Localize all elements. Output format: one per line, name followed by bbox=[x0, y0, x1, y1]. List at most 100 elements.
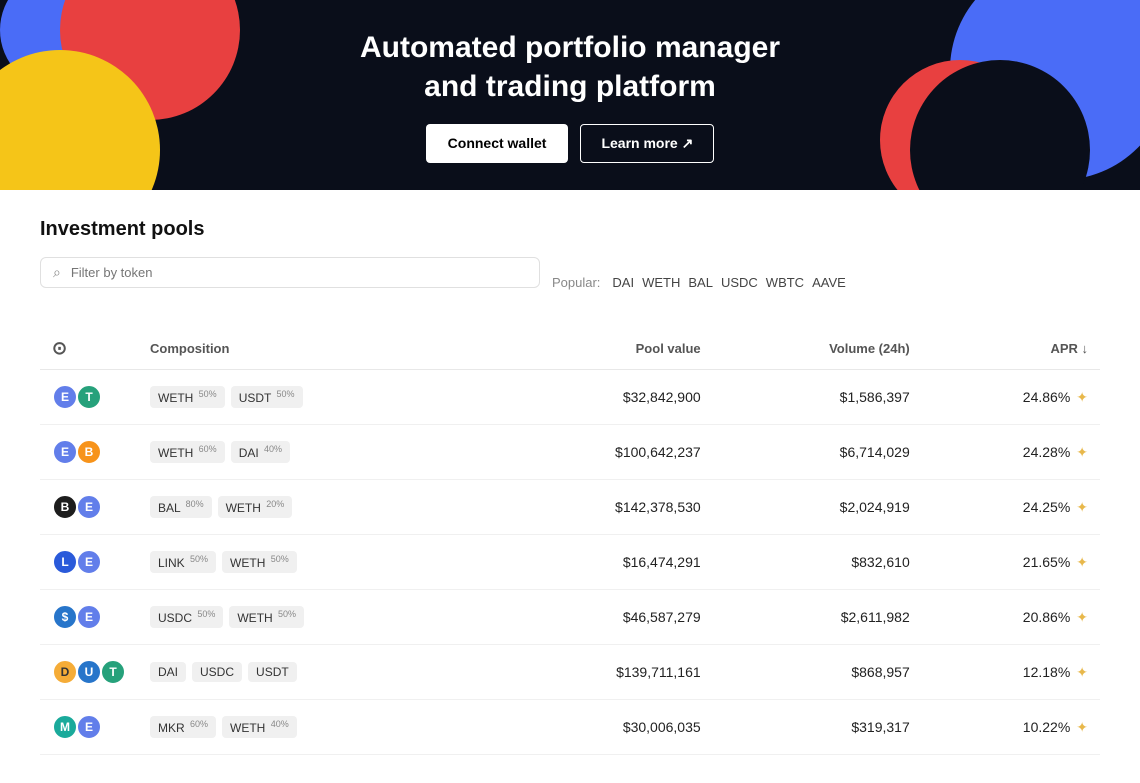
hero-buttons: Connect wallet Learn more ↗ bbox=[426, 124, 715, 163]
composition-cell: DAI USDC USDT bbox=[138, 645, 494, 700]
token-icon-1: E bbox=[52, 384, 78, 410]
table-row[interactable]: $EUSDC 50%WETH 50%$46,587,279$2,611,9822… bbox=[40, 590, 1100, 645]
table-row[interactable]: DUTDAIUSDCUSDT$139,711,161$868,95712.18%… bbox=[40, 645, 1100, 700]
pool-value-cell: $30,006,035 bbox=[494, 700, 713, 755]
token-icon-2: E bbox=[76, 549, 102, 575]
popular-label: Popular: bbox=[552, 275, 600, 290]
section-title: Investment pools bbox=[40, 218, 1100, 241]
pool-value-cell: $46,587,279 bbox=[494, 590, 713, 645]
apr-star-icon: ✦ bbox=[1076, 554, 1088, 571]
token-badge: MKR 60% bbox=[150, 716, 216, 738]
token-badge: BAL 80% bbox=[150, 496, 212, 518]
composition-cell: USDC 50% WETH 50% bbox=[138, 590, 494, 645]
apr-star-icon: ✦ bbox=[1076, 444, 1088, 461]
token-icon-1: B bbox=[52, 494, 78, 520]
apr-cell: 10.22%✦ bbox=[922, 700, 1100, 755]
col-pool-value: Pool value bbox=[494, 328, 713, 370]
token-badge: WETH 40% bbox=[222, 716, 297, 738]
pool-value-cell: $100,642,237 bbox=[494, 425, 713, 480]
pool-value-cell: $142,378,530 bbox=[494, 480, 713, 535]
apr-star-icon: ✦ bbox=[1076, 499, 1088, 516]
filter-bar[interactable]: ⌕ bbox=[40, 257, 540, 288]
col-apr[interactable]: APR ↓ bbox=[922, 328, 1100, 370]
table-row[interactable]: MEMKR 60%WETH 40%$30,006,035$319,31710.2… bbox=[40, 700, 1100, 755]
col-composition: Composition bbox=[138, 328, 494, 370]
table-row[interactable]: ETWETH 50%USDT 50%$32,842,900$1,586,3972… bbox=[40, 370, 1100, 425]
pool-value-cell: $32,842,900 bbox=[494, 370, 713, 425]
apr-value: 20.86% bbox=[1023, 609, 1070, 625]
table-row[interactable]: BEBAL 80%WETH 20%$142,378,530$2,024,9192… bbox=[40, 480, 1100, 535]
volume-cell: $832,610 bbox=[713, 535, 922, 590]
filter-token-wbtc[interactable]: WBTC bbox=[766, 275, 804, 290]
apr-star-icon: ✦ bbox=[1076, 609, 1088, 626]
filter-token-weth[interactable]: WETH bbox=[642, 275, 680, 290]
apr-value: 10.22% bbox=[1023, 719, 1070, 735]
composition-cell: MKR 60% WETH 40% bbox=[138, 700, 494, 755]
token-icon-1: E bbox=[52, 439, 78, 465]
composition-cell: WETH 50%USDT 50% bbox=[138, 370, 494, 425]
token-icons-cell: $E bbox=[40, 590, 138, 645]
volume-cell: $319,317 bbox=[713, 700, 922, 755]
col-icons: ⊙ bbox=[40, 328, 138, 370]
token-badge: DAI 40% bbox=[231, 441, 290, 463]
token-icon-2: B bbox=[76, 439, 102, 465]
token-badge: USDT bbox=[248, 662, 297, 682]
composition-cell: LINK 50% WETH 50% bbox=[138, 535, 494, 590]
token-badge: WETH 20% bbox=[218, 496, 293, 518]
learn-more-button[interactable]: Learn more ↗ bbox=[580, 124, 714, 163]
search-icon: ⌕ bbox=[53, 264, 61, 281]
apr-cell: 21.65%✦ bbox=[922, 535, 1100, 590]
filter-input[interactable] bbox=[71, 265, 527, 280]
apr-value: 24.28% bbox=[1023, 444, 1070, 460]
main-content: Investment pools ⌕ Popular: DAI WETH BAL… bbox=[0, 190, 1140, 783]
token-icon-1: M bbox=[52, 714, 78, 740]
token-badge: WETH 50% bbox=[229, 606, 304, 628]
volume-cell: $2,611,982 bbox=[713, 590, 922, 645]
connect-wallet-button[interactable]: Connect wallet bbox=[426, 124, 569, 163]
apr-value: 12.18% bbox=[1023, 664, 1070, 680]
apr-cell: 20.86% ✦ bbox=[922, 590, 1100, 645]
pool-table: ⊙ Composition Pool value Volume (24h) AP… bbox=[40, 328, 1100, 755]
volume-cell: $868,957 bbox=[713, 645, 922, 700]
token-badge: WETH 50% bbox=[222, 551, 297, 573]
token-icons-cell: ME bbox=[40, 700, 138, 755]
hero-title: Automated portfolio manager and trading … bbox=[360, 28, 780, 106]
token-icon-2: T bbox=[76, 384, 102, 410]
apr-value: 24.25% bbox=[1023, 499, 1070, 515]
pool-value-cell: $139,711,161 bbox=[494, 645, 713, 700]
table-row[interactable]: LE LINK 50% WETH 50% $16,474,291$832,61021.… bbox=[40, 535, 1100, 590]
apr-cell: 24.86% ✦ bbox=[922, 370, 1100, 425]
volume-cell: $2,024,919 bbox=[713, 480, 922, 535]
token-badge: DAI bbox=[150, 662, 186, 682]
token-badge: USDC 50% bbox=[150, 606, 223, 628]
token-icons-cell: DUT bbox=[40, 645, 138, 700]
token-icon-1: L bbox=[52, 549, 78, 575]
token-icons-cell: LE bbox=[40, 535, 138, 590]
token-badge: WETH 50% bbox=[150, 386, 225, 408]
link-icon: ⊙ bbox=[52, 338, 67, 358]
filter-token-bal[interactable]: BAL bbox=[688, 275, 713, 290]
apr-cell: 24.25% ✦ bbox=[922, 480, 1100, 535]
hero-section: Automated portfolio manager and trading … bbox=[0, 0, 1140, 190]
token-icon-2: E bbox=[76, 714, 102, 740]
filter-token-dai[interactable]: DAI bbox=[612, 275, 634, 290]
filter-token-aave[interactable]: AAVE bbox=[812, 275, 846, 290]
token-badge: LINK 50% bbox=[150, 551, 216, 573]
filter-token-usdc[interactable]: USDC bbox=[721, 275, 758, 290]
apr-star-icon: ✦ bbox=[1076, 389, 1088, 406]
token-icon-1: $ bbox=[52, 604, 78, 630]
token-icon-2: E bbox=[76, 494, 102, 520]
token-badge: USDC bbox=[192, 662, 242, 682]
token-icons-cell: ET bbox=[40, 370, 138, 425]
volume-cell: $6,714,029 bbox=[713, 425, 922, 480]
pool-value-cell: $16,474,291 bbox=[494, 535, 713, 590]
token-icon-2: E bbox=[76, 604, 102, 630]
apr-value: 24.86% bbox=[1023, 389, 1070, 405]
apr-cell: 24.28% ✦ bbox=[922, 425, 1100, 480]
composition-cell: BAL 80% WETH 20% bbox=[138, 480, 494, 535]
apr-cell: 12.18% ✦ bbox=[922, 645, 1100, 700]
apr-star-icon: ✦ bbox=[1076, 664, 1088, 681]
token-icons-cell: EB bbox=[40, 425, 138, 480]
table-row[interactable]: EBWETH 60%DAI 40%$100,642,237$6,714,0292… bbox=[40, 425, 1100, 480]
volume-cell: $1,586,397 bbox=[713, 370, 922, 425]
